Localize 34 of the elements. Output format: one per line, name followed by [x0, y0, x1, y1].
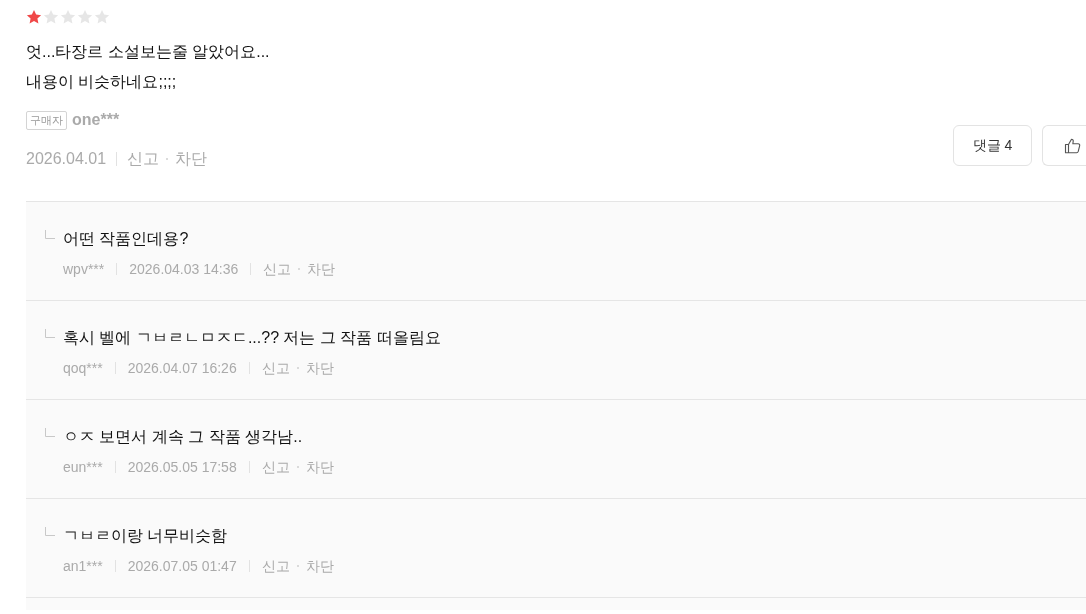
action-link[interactable]: 차단	[175, 148, 208, 170]
action-link[interactable]: 차단	[307, 259, 336, 279]
reply-author: an1***	[63, 557, 103, 576]
reply-corner-icon	[45, 428, 55, 437]
action-link[interactable]: 신고	[261, 556, 290, 576]
action-link[interactable]: 신고	[263, 259, 292, 279]
buyer-badge: 구매자	[26, 110, 67, 130]
reply-text: 혹시 벨에 ㄱㅂㄹㄴㅁㅈㄷ...?? 저는 그 작품 떠올림요	[63, 328, 441, 348]
reply-datetime: 2026.07.05 01:47	[127, 557, 237, 576]
action-link[interactable]: 차단	[305, 358, 334, 378]
action-link[interactable]: 신고	[127, 148, 160, 170]
reply-corner-icon	[45, 329, 55, 338]
review-author: one***	[72, 111, 120, 129]
thumbs-up-icon	[1064, 136, 1082, 155]
like-button[interactable]	[1042, 125, 1086, 166]
action-link[interactable]: 차단	[305, 457, 334, 477]
reply-text: ㅇㅈ 보면서 계속 그 작품 생각남..	[63, 427, 303, 447]
filled-star-icon	[26, 9, 42, 25]
action-link[interactable]: 신고	[261, 358, 290, 378]
action-link[interactable]: 차단	[305, 556, 334, 576]
reply-author: qoq***	[63, 359, 103, 378]
action-link[interactable]: 신고	[261, 457, 290, 477]
comments-button[interactable]: 댓글 4	[953, 125, 1032, 166]
reply-author: wpv***	[63, 260, 105, 279]
review-date: 2026.04.01	[26, 150, 107, 168]
reply-corner-icon	[45, 230, 55, 239]
reply-datetime: 2026.04.03 14:36	[129, 260, 239, 279]
reply-text: 어떤 작품인데용?	[63, 229, 189, 249]
review-text: 엇...타장르 소설보는줄 알았어요... 내용이 비슷하네요;;;;	[26, 42, 270, 92]
reply-datetime: 2026.04.07 16:26	[127, 359, 237, 378]
reply-author: eun***	[63, 458, 103, 477]
reply-corner-icon	[45, 527, 55, 536]
reply-datetime: 2026.05.05 17:58	[127, 458, 237, 477]
reply-text: ㄱㅂㄹ이랑 너무비슷함	[63, 526, 228, 546]
